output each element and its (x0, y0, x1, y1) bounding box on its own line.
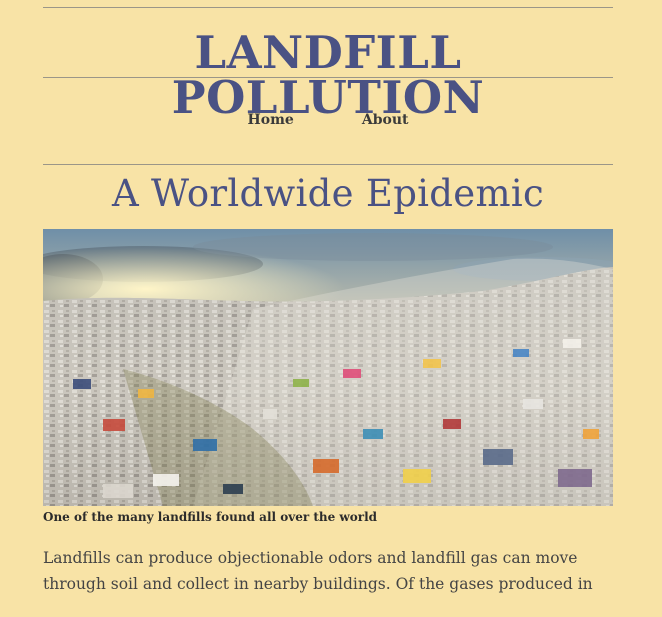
nav-link-about[interactable]: About (328, 112, 443, 128)
nav-link-home[interactable]: Home (214, 112, 328, 128)
page: LANDFILL POLLUTION Home About A Worldwid… (0, 0, 662, 617)
site-title[interactable]: LANDFILL POLLUTION (43, 8, 613, 120)
page-heading: A Worldwide Epidemic (111, 172, 545, 215)
intro-paragraph: Landfills can produce objectionable odor… (43, 549, 593, 593)
landfill-photo (43, 229, 613, 506)
image-caption: One of the many landfills found all over… (43, 510, 378, 524)
content-column: LANDFILL POLLUTION Home About A Worldwid… (43, 0, 613, 597)
